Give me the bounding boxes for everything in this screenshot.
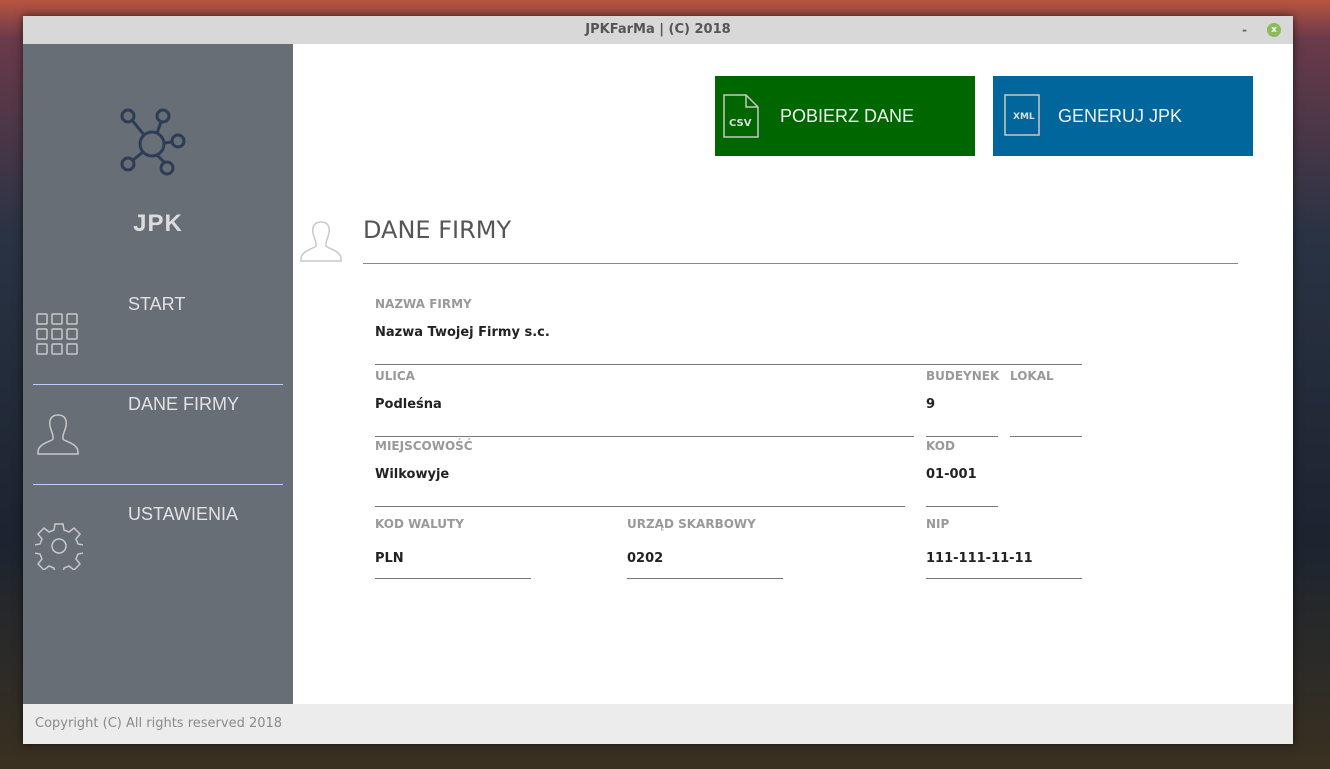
- csv-file-icon: CSV: [723, 94, 759, 138]
- field-label: URZĄD SKARBOWY: [627, 517, 756, 531]
- svg-text:XML: XML: [1013, 112, 1035, 122]
- kod-waluty-field[interactable]: KOD WALUTY PLN: [375, 517, 531, 579]
- field-label: KOD: [926, 439, 955, 453]
- field-value: 9: [926, 397, 936, 412]
- field-label: NIP: [926, 517, 950, 531]
- sidebar: JPK START DANE FIRMY USTAWIENIA: [23, 44, 293, 704]
- section-divider: [363, 263, 1238, 264]
- user-icon: [37, 414, 79, 455]
- xml-file-icon: XML: [1004, 94, 1040, 136]
- field-value: 01-001: [926, 467, 977, 482]
- ulica-field[interactable]: ULICA Podleśna: [375, 369, 914, 437]
- brand-name: JPK: [133, 210, 183, 237]
- divider: [33, 384, 283, 385]
- svg-text:CSV: CSV: [729, 118, 752, 129]
- sidebar-item-start[interactable]: START: [23, 294, 293, 374]
- field-value: Nazwa Twojej Firmy s.c.: [375, 325, 550, 340]
- field-value: Wilkowyje: [375, 467, 450, 482]
- sidebar-item-label: START: [128, 294, 186, 314]
- gear-icon: [35, 523, 83, 570]
- grid-icon: [36, 313, 78, 355]
- field-value: 111-111-11-11: [926, 551, 1033, 566]
- company-user-icon: [300, 221, 342, 262]
- sidebar-item-dane-firmy[interactable]: DANE FIRMY: [23, 394, 293, 474]
- budynek-field[interactable]: BUDEYNEK 9: [926, 369, 1000, 437]
- window-title: JPKFarMa | (C) 2018: [585, 22, 731, 37]
- button-label: POBIERZ DANE: [780, 106, 915, 126]
- divider: [33, 484, 283, 485]
- field-label: MIEJSCOWOŚĆ: [375, 439, 473, 453]
- button-label: GENERUJ JPK: [1058, 106, 1183, 126]
- field-label: LOKAL: [1010, 369, 1054, 383]
- nip-field[interactable]: NIP 111-111-11-11: [926, 517, 1082, 579]
- footer: Copyright (C) All rights reserved 2018: [23, 704, 1293, 744]
- app-window: JPKFarMa | (C) 2018 - x JPK START DANE F…: [23, 16, 1293, 744]
- sidebar-item-ustawienia[interactable]: USTAWIENIA: [23, 504, 293, 584]
- field-value: PLN: [375, 551, 404, 566]
- field-label: NAZWA FIRMY: [375, 297, 472, 311]
- close-button[interactable]: x: [1267, 23, 1281, 37]
- field-label: BUDEYNEK: [926, 369, 1000, 383]
- field-label: ULICA: [375, 369, 415, 383]
- section-title: DANE FIRMY: [363, 216, 512, 244]
- sidebar-item-label: DANE FIRMY: [128, 394, 240, 414]
- title-bar: JPKFarMa | (C) 2018 - x: [23, 16, 1293, 44]
- sidebar-item-label: USTAWIENIA: [128, 504, 239, 524]
- field-value: Podleśna: [375, 397, 442, 412]
- kod-field[interactable]: KOD 01-001: [926, 439, 998, 507]
- minimize-button[interactable]: -: [1242, 16, 1247, 44]
- network-logo-icon: [120, 108, 186, 176]
- field-value: 0202: [627, 551, 664, 566]
- miejscowosc-field[interactable]: MIEJSCOWOŚĆ Wilkowyje: [375, 439, 905, 507]
- generuj-jpk-button[interactable]: XML GENERUJ JPK: [993, 76, 1253, 156]
- field-label: KOD WALUTY: [375, 517, 464, 531]
- urzad-skarbowy-field[interactable]: URZĄD SKARBOWY 0202: [627, 517, 783, 579]
- lokal-field[interactable]: LOKAL: [1010, 369, 1082, 437]
- nazwa-firmy-field[interactable]: NAZWA FIRMY Nazwa Twojej Firmy s.c.: [375, 297, 1082, 365]
- copyright-text: Copyright (C) All rights reserved 2018: [35, 716, 283, 731]
- pobierz-dane-button[interactable]: CSV POBIERZ DANE: [715, 76, 975, 156]
